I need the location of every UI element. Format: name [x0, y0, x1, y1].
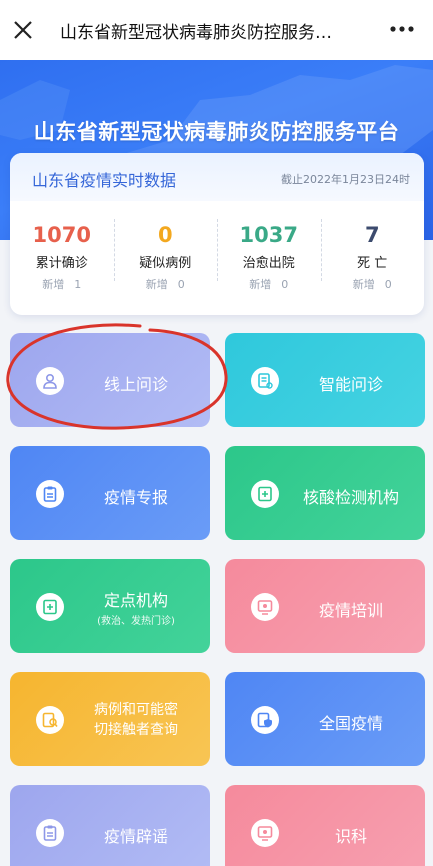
- training-icon: [251, 819, 279, 847]
- stat-value: 1070: [32, 223, 91, 247]
- training-icon: [251, 593, 279, 621]
- stat-new-label: 新增: [249, 278, 272, 291]
- report-icon: [251, 367, 279, 395]
- knowledge-button[interactable]: 识科: [225, 785, 425, 866]
- rumor-refute-button[interactable]: 疫情辟谣: [10, 785, 210, 866]
- doctor-icon: [36, 367, 64, 395]
- stat-new-value: 0: [384, 278, 392, 291]
- stat-name: 治愈出院: [242, 256, 295, 271]
- tile-label: 疫情辟谣: [103, 827, 168, 846]
- clipboard-icon: [36, 480, 64, 508]
- tile-label: 定点机构: [103, 591, 168, 610]
- stat-value: 1037: [239, 223, 298, 247]
- stat-confirmed: 1070 累计确诊 新增 1: [10, 201, 114, 315]
- medical-kit-icon: [251, 480, 279, 508]
- more-icon[interactable]: [389, 22, 415, 36]
- stat-deaths: 7 死 亡 新增 0: [320, 201, 425, 315]
- tile-label-line2: 切接触者查询: [94, 722, 178, 738]
- tile-label: 智能问诊: [318, 375, 383, 394]
- stat-value: 7: [364, 223, 380, 247]
- stat-recovered: 1037 治愈出院 新增 0: [217, 201, 321, 315]
- stat-new-label: 新增: [145, 278, 168, 291]
- stat-new-label: 新增: [352, 278, 375, 291]
- stat-new-value: 0: [281, 278, 289, 291]
- stat-name: 疑似病例: [139, 256, 192, 271]
- stat-new-label: 新增: [42, 278, 65, 291]
- stat-value: 0: [157, 223, 173, 247]
- tile-label: 疫情培训: [318, 601, 383, 620]
- realtime-stats-card: 山东省疫情实时数据 截止2022年1月23日24时 1070 累计确诊 新增 1 …: [10, 153, 424, 315]
- shield-doc-icon: [251, 706, 279, 734]
- stat-new-value: 0: [177, 278, 185, 291]
- page-title: 山东省新型冠状病毒肺炎防控服务…: [60, 23, 332, 43]
- banner-heading: 山东省新型冠状病毒肺炎防控服务平台: [33, 120, 400, 144]
- stat-new-value: 1: [74, 278, 82, 291]
- tile-sublabel: (救治、发热门诊): [97, 616, 175, 627]
- epidemic-training-button[interactable]: 疫情培训: [225, 559, 425, 653]
- stats-label: 山东省疫情实时数据: [32, 171, 177, 190]
- clipboard-icon: [36, 819, 64, 847]
- tile-label: 核酸检测机构: [302, 488, 399, 507]
- medical-kit-icon: [36, 593, 64, 621]
- national-epidemic-button[interactable]: 全国疫情: [225, 672, 425, 766]
- tile-label: 疫情专报: [103, 488, 168, 507]
- contact-query-button[interactable]: 病例和可能密 切接触者查询: [10, 672, 210, 766]
- stats-date: 截止2022年1月23日24时: [281, 173, 410, 186]
- tile-label: 病例和可能密 切接触者查询: [70, 700, 202, 740]
- nucleic-test-org-button[interactable]: 核酸检测机构: [225, 446, 425, 540]
- epidemic-report-button[interactable]: 疫情专报: [10, 446, 210, 540]
- stat-name: 累计确诊: [35, 256, 88, 271]
- smart-consult-button[interactable]: 智能问诊: [225, 333, 425, 427]
- title-bar: 山东省新型冠状病毒肺炎防控服务…: [0, 0, 433, 60]
- tile-label: 识科: [334, 827, 367, 846]
- online-consult-button[interactable]: 线上问诊: [10, 333, 210, 427]
- stats-row: 1070 累计确诊 新增 1 0 疑似病例 新增 0 1037 治愈出院 新增 0 7…: [10, 201, 424, 315]
- stat-name: 死 亡: [357, 256, 388, 271]
- stats-header: 山东省疫情实时数据 截止2022年1月23日24时: [10, 153, 424, 201]
- close-icon[interactable]: [10, 17, 36, 43]
- designated-org-button[interactable]: 定点机构 (救治、发热门诊): [10, 559, 210, 653]
- search-doc-icon: [36, 706, 64, 734]
- tile-label-line1: 病例和可能密: [94, 702, 178, 718]
- tile-label: 全国疫情: [318, 714, 383, 733]
- tile-label: 线上问诊: [103, 375, 168, 394]
- stat-suspected: 0 疑似病例 新增 0: [113, 201, 218, 315]
